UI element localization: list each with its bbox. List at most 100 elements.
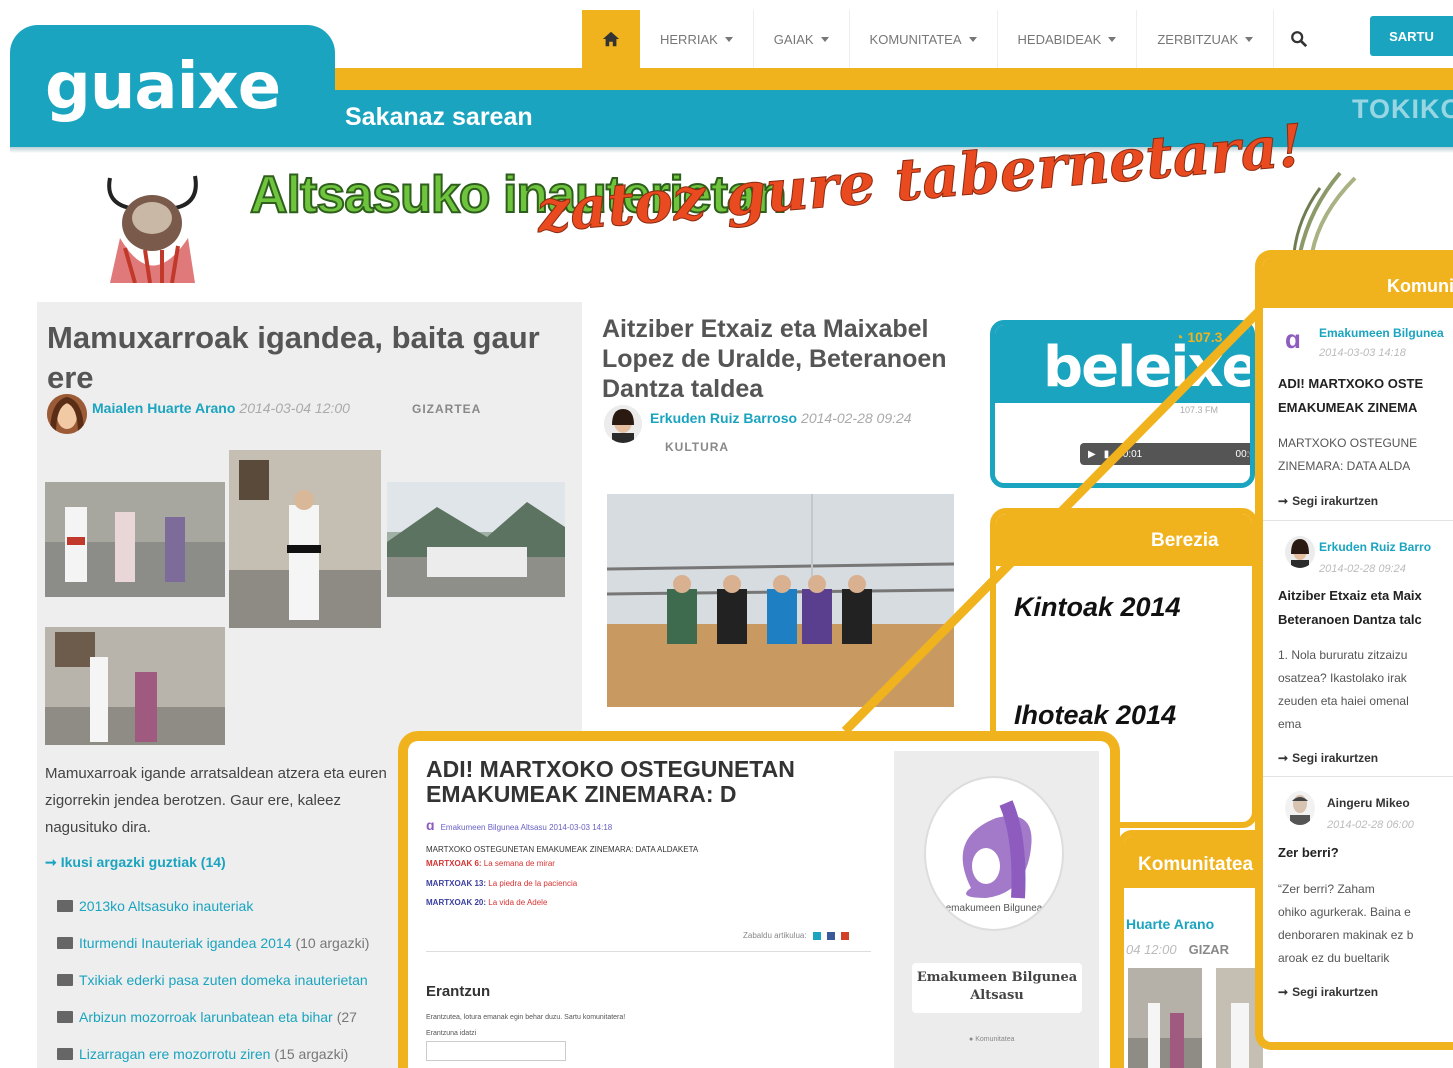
post-excerpt: 1. Nola bururatu zitzaizu osatzea? Ikasto…	[1278, 648, 1409, 731]
author-avatar[interactable]	[604, 405, 642, 443]
reply-note: Erantzutea, lotura emanak egin behar duz…	[426, 1014, 626, 1021]
nav-item-komunitatea[interactable]: KOMUNITATEA	[850, 10, 998, 68]
nav-item-gaiak[interactable]: GAIAK	[754, 10, 850, 68]
radio-widget[interactable]: beleixe ◔ 107.3 107.3 FM ▶ ▮ 00:01 00:0	[990, 320, 1255, 488]
org-logo-caption: emakumeen Bilgunea	[945, 903, 1043, 914]
divider	[1263, 520, 1453, 521]
komunitatea-heading: Komunitatea	[1124, 836, 1263, 888]
special-link-ihoteak[interactable]: Ihoteak 2014	[1014, 700, 1176, 731]
nav-item-herriak[interactable]: HERRIAK	[640, 10, 754, 68]
author-avatar[interactable]	[1285, 536, 1315, 568]
read-more-link[interactable]: ➞ Segi irakurtzen	[1278, 494, 1378, 508]
gallery-photo[interactable]	[45, 627, 225, 745]
post-author[interactable]: Erkuden Ruiz Barro	[1319, 540, 1431, 554]
photo-scene	[387, 482, 565, 597]
post-title[interactable]: ADI! MARTXOKO OSTEGUNETAN EMAKUMEAK ZINE…	[426, 757, 866, 807]
gallery-photo[interactable]	[45, 482, 225, 597]
nav-item-zerbitzuak[interactable]: ZERBITZUAK	[1137, 10, 1275, 68]
related-item[interactable]: Iturmendi Inauteriak igandea 2014 (10 arg…	[57, 924, 407, 961]
image-icon	[57, 936, 73, 949]
nav-item-hedabideak[interactable]: HEDABIDEAK	[998, 10, 1138, 68]
divider	[426, 951, 871, 952]
org-avatar-icon: ɑ	[426, 817, 435, 833]
google-plus-icon[interactable]	[841, 931, 850, 940]
org-logo[interactable]: emakumeen Bilgunea	[924, 776, 1064, 931]
special-link-kintoak[interactable]: Kintoak 2014	[1014, 592, 1181, 623]
post-line: MARTXOAK 20: La vida de Adele	[426, 898, 548, 907]
twitter-icon[interactable]	[812, 931, 821, 940]
read-more-link[interactable]: ➞ Segi irakurtzen	[1278, 985, 1378, 999]
related-item[interactable]: 2013ko Altsasuko inauteriak	[57, 887, 407, 924]
article-author[interactable]: Maialen Huarte Arano 2014-03-04 12:00	[92, 400, 350, 416]
play-icon[interactable]: ▶	[1088, 449, 1096, 460]
image-icon	[57, 1010, 73, 1023]
post-excerpt: “Zer berri? Zaham ohiko agurkerak. Baina …	[1278, 882, 1414, 965]
org-name[interactable]: Emakumeen Bilgunea Altsasu	[912, 963, 1082, 1013]
article-photo[interactable]	[607, 494, 954, 707]
login-button[interactable]: SARTU	[1370, 16, 1453, 56]
arrow-right-icon: ➞	[1278, 494, 1289, 508]
radio-logo[interactable]: beleixe	[1043, 335, 1250, 400]
site-logo[interactable]: guaixe	[45, 50, 281, 124]
gallery-photo[interactable]	[229, 450, 381, 628]
arrow-right-icon: ➞	[1278, 985, 1289, 999]
nav-search-button[interactable]	[1274, 10, 1324, 68]
related-item[interactable]: Arbizun mozorroak larunbatean eta bihar(…	[57, 998, 407, 1035]
reply-heading: Erantzun	[426, 983, 491, 1000]
radio-frequency: ◔ 107.3	[1175, 329, 1223, 345]
komunitatea-widget: Komunitatea Huarte Arano 04 12:00 GIZAR	[1118, 830, 1263, 1068]
article-title[interactable]: Aitziber Etxaiz eta Maixabel Lopez de Ur…	[602, 314, 962, 404]
article-category[interactable]: GIZARTEA	[412, 402, 481, 416]
komunitatea-zoom-panel: Komunitatea ɑ Emakumeen Bilgunea 2014-03…	[1255, 250, 1453, 1050]
audio-player[interactable]: ▶ ▮ 00:01 00:0	[1080, 443, 1250, 465]
article-excerpt: Mamuxarroak igande arratsaldean atzera e…	[45, 765, 387, 836]
image-icon	[57, 1047, 73, 1060]
org-footer[interactable]: ● Komunitatea	[969, 1036, 1015, 1043]
wheat-illustration	[1292, 171, 1357, 254]
zoomed-post-callout: ADI! MARTXOKO OSTEGUNETAN EMAKUMEAK ZINE…	[398, 731, 1120, 1068]
post-author[interactable]: Emakumeen Bilgunea	[1319, 326, 1444, 340]
article-title[interactable]: Mamuxarroak igandea, baita gaur ere	[47, 318, 577, 398]
main-nav: HERRIAK GAIAK KOMUNITATEA HEDABIDEAK ZER…	[582, 10, 1324, 68]
gallery-photo[interactable]	[387, 482, 565, 597]
facebook-icon[interactable]	[827, 931, 836, 940]
partner-logo[interactable]: TOKIKOM	[1352, 94, 1453, 125]
org-avatar-icon[interactable]: ɑ	[1285, 324, 1313, 354]
chevron-down-icon	[724, 36, 733, 42]
chevron-down-icon	[1245, 36, 1254, 42]
related-item[interactable]: Txikiak ederki pasa zuten domeka inauter…	[57, 961, 407, 998]
author-avatar[interactable]	[1285, 791, 1315, 825]
article-category[interactable]: KULTURA	[665, 440, 729, 454]
pause-icon[interactable]: ▮	[1104, 449, 1110, 460]
avatar-photo	[1285, 536, 1315, 568]
article-date: 2014-03-04 12:00	[239, 400, 350, 416]
author-avatar[interactable]	[47, 394, 87, 434]
nav-home-button[interactable]	[582, 10, 640, 68]
komunitatea-author[interactable]: Huarte Arano	[1126, 916, 1214, 932]
wifi-icon: ◔	[1175, 329, 1188, 345]
post-date: 2014-02-28 06:00	[1327, 819, 1414, 831]
arrow-right-icon: ➞	[45, 854, 57, 870]
reply-input[interactable]	[426, 1041, 566, 1061]
komunitatea-panel-heading: Komunitatea	[1263, 258, 1453, 308]
player-time-start: 00:01	[1117, 448, 1143, 460]
read-more-link[interactable]: ➞ Segi irakurtzen	[1278, 751, 1378, 765]
komunitatea-date: 04 12:00 GIZAR	[1126, 942, 1230, 957]
share-row: Zabaldu artikulua:	[743, 931, 850, 940]
post-author[interactable]: Aingeru Mikeo	[1327, 796, 1410, 810]
post-date: 2014-03-03 14:18	[1319, 347, 1406, 359]
post-excerpt: MARTXOKO OSTEGUNE ZINEMARA: DATA ALDA	[1278, 436, 1418, 473]
related-item[interactable]: Lizarragan ere mozorrotu ziren (15 argazk…	[57, 1035, 407, 1068]
gallery-photo[interactable]	[1128, 968, 1202, 1068]
post-title[interactable]: Zer berri?	[1278, 841, 1453, 865]
post-title[interactable]: Aitziber Etxaiz eta Maix Beteranoen Dantz…	[1278, 584, 1453, 632]
gallery-link[interactable]: ➞ Ikusi argazki guztiak (14)	[45, 854, 226, 871]
berezia-heading: Berezia	[996, 514, 1252, 566]
arrow-right-icon: ➞	[1278, 751, 1289, 765]
article-date: 2014-02-28 09:24	[801, 410, 912, 426]
post-intro: MARTXOKO OSTEGUNETAN EMAKUMEAK ZINEMARA:…	[426, 845, 699, 854]
post-title[interactable]: ADI! MARTXOKO OSTE EMAKUMEAK ZINEMA	[1278, 372, 1453, 420]
avatar-photo	[1285, 791, 1315, 825]
article-author[interactable]: Erkuden Ruiz Barroso 2014-02-28 09:24	[650, 410, 912, 426]
radio-fm-label: 107.3 FM	[1180, 405, 1219, 415]
